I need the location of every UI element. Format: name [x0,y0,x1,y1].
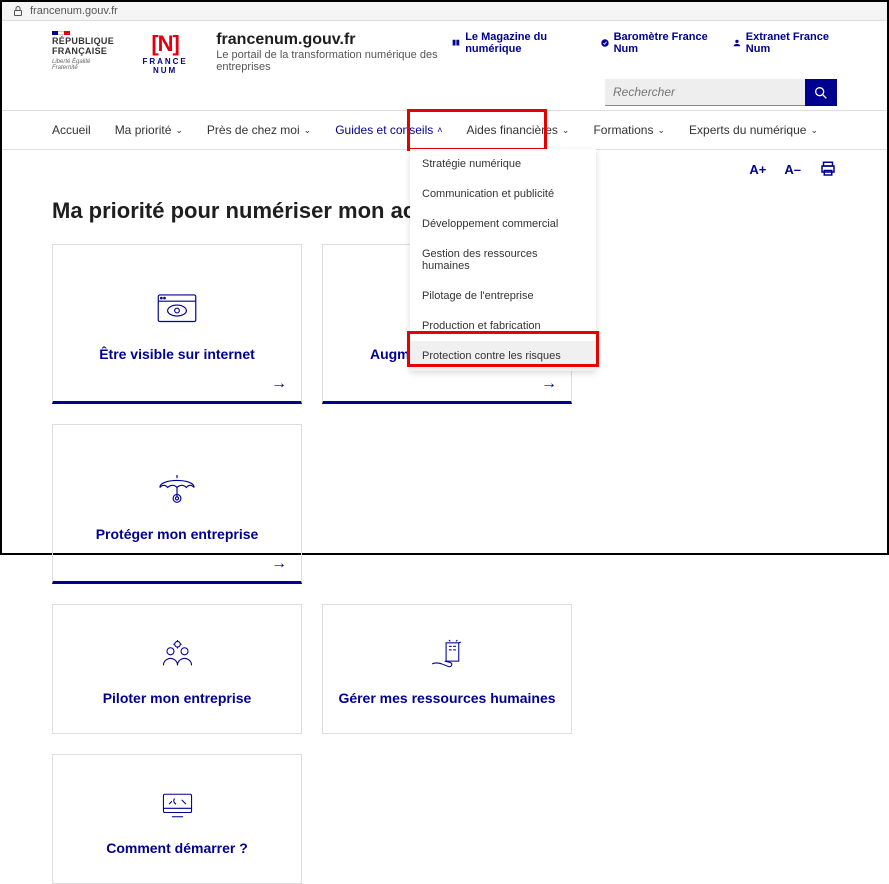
card-piloter-entreprise[interactable]: Piloter mon entreprise [52,604,302,734]
lock-icon [12,5,24,17]
link-barometre[interactable]: Baromètre France Num [600,31,714,55]
team-gear-icon [155,633,200,678]
site-title-block: francenum.gouv.fr Le portail de la trans… [216,31,451,73]
book-icon [451,37,461,49]
dd-pilotage[interactable]: Pilotage de l'entreprise [410,281,596,311]
arrow-right-icon: → [271,375,287,393]
hand-building-icon [425,633,470,678]
priority-cards-row2: Piloter mon entreprise Gérer mes ressour… [52,604,837,884]
user-icon [732,37,742,49]
site-header: RÉPUBLIQUEFRANÇAISE Liberté Égalité Frat… [52,21,837,83]
card-ressources-humaines[interactable]: Gérer mes ressources humaines [322,604,572,734]
nav-formations[interactable]: Formations⌄ [593,111,665,149]
monitor-tools-icon [155,783,200,828]
chevron-down-icon: ⌄ [562,125,570,136]
highlight-dropdown-item [407,331,599,367]
check-circle-icon [600,37,610,49]
dd-developpement[interactable]: Développement commercial [410,209,596,239]
arrow-right-icon: → [541,375,557,393]
chevron-down-icon: ⌄ [175,125,183,136]
search-icon [813,85,829,101]
link-extranet[interactable]: Extranet France Num [732,31,837,55]
print-button[interactable] [819,160,837,178]
chevron-down-icon: ⌄ [810,125,818,136]
card-proteger-entreprise[interactable]: Protéger mon entreprise → [52,424,302,584]
umbrella-gear-icon [152,464,202,514]
printer-icon [819,160,837,178]
nav-experts[interactable]: Experts du numérique⌄ [689,111,818,149]
search-box [605,79,837,106]
dd-communication[interactable]: Communication et publicité [410,179,596,209]
font-decrease-button[interactable]: A– [784,162,801,177]
search-input[interactable] [605,79,805,106]
top-links: Le Magazine du numérique Baromètre Franc… [451,31,837,55]
url-text: francenum.gouv.fr [30,5,118,17]
nav-pres-chez-moi[interactable]: Près de chez moi⌄ [207,111,311,149]
site-subtitle: Le portail de la transformation numériqu… [216,49,451,73]
card-visible-internet[interactable]: Être visible sur internet → [52,244,302,404]
highlight-nav [407,109,547,151]
browser-address-bar: francenum.gouv.fr [2,2,887,21]
site-title: francenum.gouv.fr [216,31,451,49]
dd-ressources-humaines[interactable]: Gestion des ressources humaines [410,239,596,281]
card-comment-demarrer[interactable]: Comment démarrer ? [52,754,302,884]
search-button[interactable] [805,79,837,106]
gov-logo: RÉPUBLIQUEFRANÇAISE Liberté Égalité Frat… [52,31,114,72]
link-magazine[interactable]: Le Magazine du numérique [451,31,581,55]
dd-strategie[interactable]: Stratégie numérique [410,149,596,179]
nav-accueil[interactable]: Accueil [52,111,91,149]
font-increase-button[interactable]: A+ [749,162,766,177]
browser-eye-icon [152,284,202,334]
chevron-down-icon: ⌄ [304,125,312,136]
arrow-right-icon: → [271,555,287,573]
francenum-logo: [N] FRANCE NUM [134,31,196,75]
chevron-down-icon: ⌄ [657,125,665,136]
nav-priorite[interactable]: Ma priorité⌄ [115,111,183,149]
main-nav: Accueil Ma priorité⌄ Près de chez moi⌄ G… [52,111,837,149]
